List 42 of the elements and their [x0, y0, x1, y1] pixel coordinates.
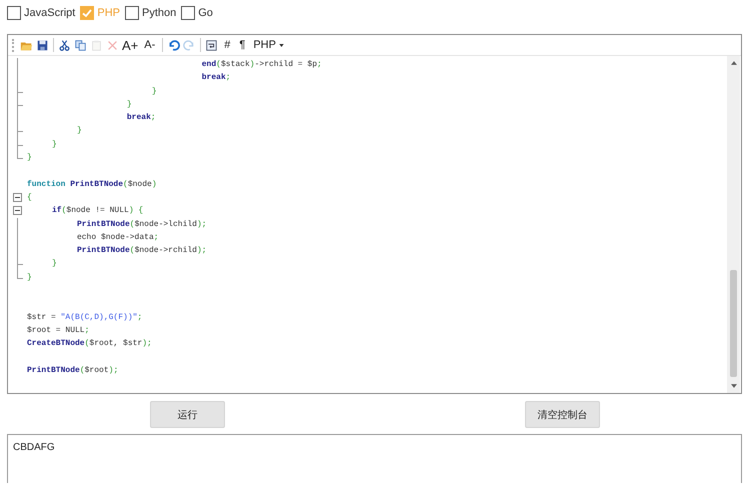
- code-line: }: [50, 258, 57, 270]
- checkbox[interactable]: [124, 6, 139, 20]
- undo-icon[interactable]: [167, 37, 180, 53]
- toolbar-button[interactable]: A+: [122, 37, 138, 53]
- code-line: break;: [126, 112, 156, 124]
- code-line: end($stack)->rchild = $p;: [200, 59, 322, 71]
- toolbar-button[interactable]: #: [221, 37, 234, 53]
- scrollbar[interactable]: [727, 56, 740, 393]
- toolbar-button[interactable]: ¶: [236, 37, 248, 53]
- scroll-up-icon[interactable]: [730, 61, 736, 65]
- scrollbar-thumb[interactable]: [730, 270, 737, 377]
- output-text: CBDAFG: [13, 442, 55, 453]
- code-line: }: [26, 272, 32, 284]
- code-line: if($node != NULL) {: [50, 205, 144, 218]
- code-line: CreateBTNode($root, $str);: [26, 338, 152, 350]
- code-line: }: [50, 138, 57, 151]
- code-line: $str = "A(B(C,D),G(F))";: [26, 312, 142, 324]
- checkbox[interactable]: [181, 6, 196, 20]
- code-line: {: [26, 192, 32, 204]
- code-line: function PrintBTNode($node): [26, 178, 157, 191]
- code-line: break;: [200, 72, 231, 84]
- code-line: PrintBTNode($node->lchild);: [76, 218, 207, 231]
- toolbar-button[interactable]: A-: [141, 37, 158, 53]
- code-line: PrintBTNode($root);: [26, 364, 118, 377]
- toolbar-grip[interactable]: [12, 38, 16, 52]
- checkbox-label[interactable]: JavaScript: [24, 6, 76, 18]
- code-line: }: [150, 86, 157, 98]
- checkbox-label[interactable]: Python: [142, 6, 176, 18]
- code-line: PrintBTNode($node->rchild);: [76, 245, 207, 258]
- checkbox[interactable]: [80, 6, 94, 20]
- scroll-down-icon[interactable]: [730, 384, 736, 388]
- code-line: }: [26, 152, 32, 164]
- checkbox[interactable]: [7, 6, 21, 20]
- code-line: $root = NULL;: [26, 324, 90, 337]
- language-dropdown[interactable]: PHP: [251, 39, 286, 51]
- code-line: }: [126, 98, 132, 111]
- action-button[interactable]: 运行: [150, 401, 225, 428]
- action-button[interactable]: 清空控制台: [525, 401, 600, 428]
- code-line: }: [76, 125, 82, 138]
- caret-icon: [278, 44, 284, 46]
- code-line: echo $node->data;: [76, 232, 159, 244]
- checkbox-label[interactable]: Go: [198, 6, 213, 18]
